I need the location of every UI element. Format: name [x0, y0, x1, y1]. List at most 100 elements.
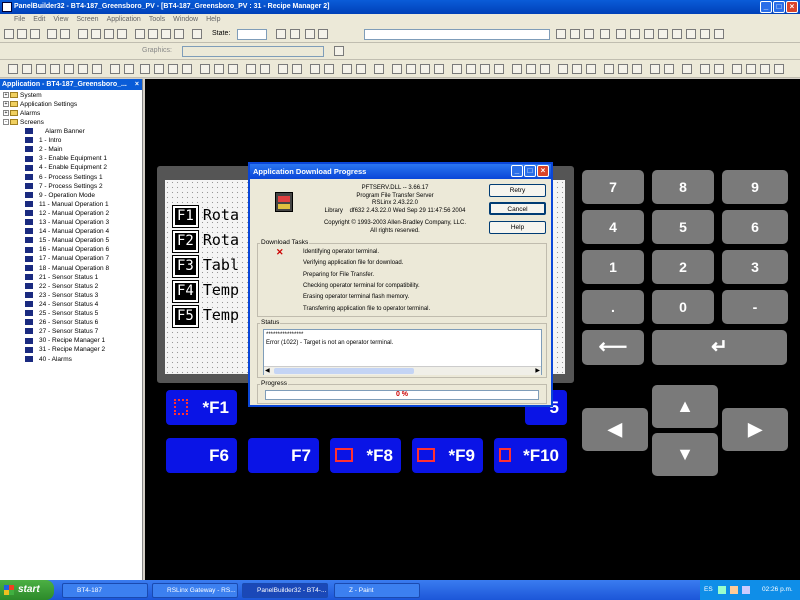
keypad-key[interactable]: 1	[582, 250, 644, 284]
tree-screen-item[interactable]: 17 - Manual Operation 7	[25, 254, 109, 263]
message-tool-icon[interactable]	[228, 64, 238, 74]
dialog-maximize-button[interactable]: □	[524, 165, 536, 177]
f9-key[interactable]: *F9	[412, 438, 483, 473]
volume-icon[interactable]	[730, 586, 738, 594]
text-b-icon[interactable]	[570, 29, 580, 39]
arrow-up-key[interactable]: ▲	[652, 385, 718, 428]
arrow-down-key[interactable]: ▼	[652, 433, 718, 476]
pageup-tool-icon[interactable]	[480, 64, 490, 74]
tree-screen-item[interactable]: 30 - Recipe Manager 1	[25, 336, 105, 345]
open-icon[interactable]	[17, 29, 27, 39]
status-horizontal-scrollbar[interactable]: ◀ ▶	[264, 366, 541, 375]
paste-icon[interactable]	[104, 29, 114, 39]
tag-icon[interactable]	[161, 29, 171, 39]
help-button[interactable]: Help	[489, 221, 546, 234]
cut-icon[interactable]	[78, 29, 88, 39]
keypad-key[interactable]: -	[722, 290, 788, 324]
keypad-key[interactable]: 9	[722, 170, 788, 204]
tree-screen-item[interactable]: 14 - Manual Operation 4	[25, 227, 109, 236]
function-key-label[interactable]: F5	[172, 305, 199, 328]
tree-screen-item[interactable]: 24 - Sensor Status 4	[25, 300, 98, 309]
arrow-down-tool-icon[interactable]	[406, 64, 416, 74]
keypad-key[interactable]: 8	[652, 170, 714, 204]
find-icon[interactable]	[148, 29, 158, 39]
text-tool-icon[interactable]	[50, 64, 60, 74]
arrow-up-tool-icon[interactable]	[392, 64, 402, 74]
function-key-label[interactable]: F4	[172, 280, 199, 303]
tree-screen-item[interactable]: 9 - Operation Mode	[25, 191, 95, 200]
return-tool-icon[interactable]	[260, 64, 270, 74]
save-icon[interactable]	[30, 29, 40, 39]
scroll-right-icon[interactable]: ▶	[535, 367, 540, 374]
arc-icon[interactable]	[92, 64, 102, 74]
keypad-key[interactable]: 5	[652, 210, 714, 244]
dialog-close-button[interactable]: ×	[537, 165, 549, 177]
backspace-key[interactable]: ⟵	[582, 330, 644, 365]
shift-tool-icon[interactable]	[586, 64, 596, 74]
keypad-key[interactable]: 4	[582, 210, 644, 244]
time-tool-icon[interactable]	[310, 64, 320, 74]
tree-screen-item[interactable]: 12 - Manual Operation 2	[25, 209, 109, 218]
pilot-tool-icon[interactable]	[604, 64, 614, 74]
more-tools-icon[interactable]	[774, 64, 784, 74]
trend-tool-icon[interactable]	[182, 64, 192, 74]
tree-screen-item[interactable]: Alarm Banner	[25, 127, 85, 136]
zoom-in-icon[interactable]	[305, 29, 315, 39]
start-button[interactable]: start	[0, 580, 54, 600]
tree-screen-item[interactable]: 11 - Manual Operation 1	[25, 200, 109, 209]
download-icon[interactable]	[47, 29, 57, 39]
momentary-tool-icon[interactable]	[650, 64, 660, 74]
keypad-tool-icon[interactable]	[278, 64, 288, 74]
tree-screen-item[interactable]: 4 - Enable Equipment 2	[25, 163, 107, 172]
align-right-icon[interactable]	[644, 29, 654, 39]
scale-tool-icon[interactable]	[214, 64, 224, 74]
align-icon[interactable]	[290, 29, 300, 39]
screen-icon[interactable]	[192, 29, 202, 39]
tree-screen-item[interactable]: 40 - Alarms	[25, 355, 72, 364]
menu-file[interactable]: File	[14, 14, 25, 26]
align-center-icon[interactable]	[630, 29, 640, 39]
print-tool-icon[interactable]	[558, 64, 568, 74]
object-select[interactable]	[364, 29, 550, 40]
taskbar-item-paint[interactable]: Z - Paint	[334, 583, 420, 598]
align-middle-icon[interactable]	[672, 29, 682, 39]
keypad-key[interactable]: 0	[652, 290, 714, 324]
polyline-icon[interactable]	[36, 64, 46, 74]
wrench-tool-icon[interactable]	[700, 64, 710, 74]
new-icon[interactable]	[4, 29, 14, 39]
dialog-minimize-button[interactable]: _	[511, 165, 523, 177]
tree-folder-alarms[interactable]: + Alarms	[3, 109, 40, 118]
taskbar-item-panelbuilder[interactable]: PanelBuilder32 - BT4-...	[242, 583, 328, 598]
menu-window[interactable]: Window	[173, 14, 198, 26]
f10-key[interactable]: *F10	[494, 438, 567, 473]
menu-view[interactable]: View	[53, 14, 68, 26]
keypad-key[interactable]: 7	[582, 170, 644, 204]
tree-screen-item[interactable]: 18 - Manual Operation 8	[25, 264, 109, 273]
ack-tool-icon[interactable]	[526, 64, 536, 74]
indicator-tool-icon[interactable]	[342, 64, 352, 74]
backspace-tool-icon[interactable]	[512, 64, 522, 74]
keypad-key[interactable]: .	[582, 290, 644, 324]
select-arrow-icon[interactable]	[8, 64, 18, 74]
tree-folder-application-settings[interactable]: + Application Settings	[3, 100, 77, 109]
align-bottom-icon[interactable]	[686, 29, 696, 39]
tree-screen-item[interactable]: 2 - Main	[25, 145, 62, 154]
f7-key[interactable]: F7	[248, 438, 319, 473]
zoom-out-icon[interactable]	[318, 29, 328, 39]
keypad-key[interactable]: 6	[722, 210, 788, 244]
text-c-icon[interactable]	[584, 29, 594, 39]
f6-key[interactable]: F6	[166, 438, 237, 473]
maintained-tool-icon[interactable]	[632, 64, 642, 74]
bar-tool-icon[interactable]	[154, 64, 164, 74]
scroll-thumb[interactable]	[274, 368, 414, 374]
multistate-tool-icon[interactable]	[356, 64, 366, 74]
arrow-right-tool-icon[interactable]	[434, 64, 444, 74]
tree-screen-item[interactable]: 23 - Sensor Status 3	[25, 291, 98, 300]
f1-key[interactable]: *F1	[166, 390, 237, 425]
graphics-select[interactable]	[182, 46, 324, 57]
numeric-tool-icon[interactable]	[140, 64, 150, 74]
control-list-tool-icon[interactable]	[682, 64, 692, 74]
enter-tool-icon[interactable]	[292, 64, 302, 74]
language-indicator[interactable]: ES	[704, 580, 713, 600]
goto-tool-icon[interactable]	[246, 64, 256, 74]
